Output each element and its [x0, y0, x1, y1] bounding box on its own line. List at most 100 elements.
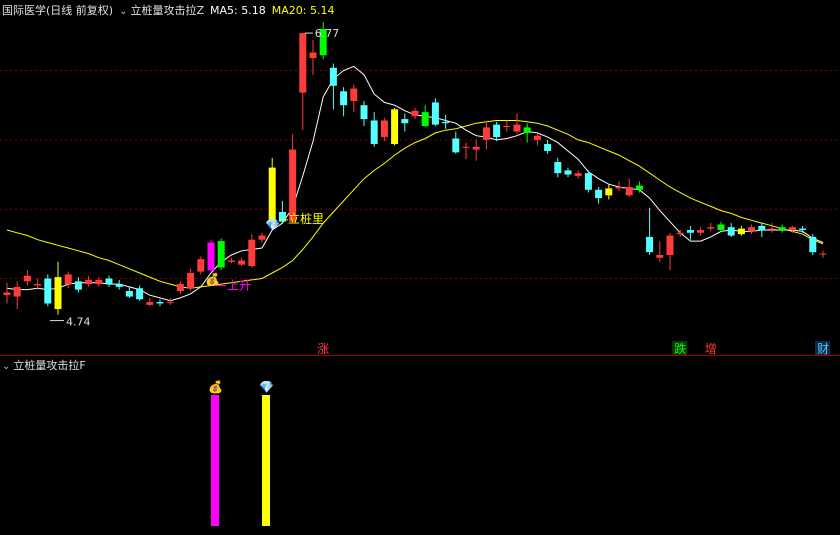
candle-body	[431, 102, 439, 125]
candle-body	[737, 228, 745, 235]
candle[interactable]	[350, 84, 358, 113]
candle[interactable]	[431, 98, 439, 126]
sub-indicator-switch-icon[interactable]: ⌄	[2, 361, 10, 372]
candle[interactable]	[646, 207, 654, 255]
candle[interactable]	[115, 279, 123, 290]
candle[interactable]	[258, 232, 266, 243]
candle[interactable]	[238, 257, 246, 267]
candle[interactable]	[472, 139, 480, 161]
candle[interactable]	[717, 221, 725, 232]
main-indicator-name[interactable]: 立桩量攻击拉Z	[130, 4, 204, 17]
candle-body	[564, 170, 572, 175]
candle[interactable]	[533, 132, 541, 146]
candle-body	[74, 281, 82, 290]
candle[interactable]	[64, 271, 72, 289]
candle[interactable]	[758, 223, 766, 237]
candle[interactable]	[656, 241, 664, 262]
candle[interactable]	[136, 285, 144, 301]
candle[interactable]	[125, 286, 133, 298]
candle[interactable]	[44, 274, 52, 307]
candle[interactable]	[513, 113, 521, 135]
candle[interactable]	[197, 256, 205, 275]
candle[interactable]	[554, 157, 562, 178]
candle[interactable]	[676, 230, 684, 237]
candle[interactable]	[482, 120, 490, 150]
candle[interactable]	[207, 239, 215, 272]
candle[interactable]	[289, 134, 297, 224]
candle[interactable]	[13, 281, 21, 310]
candle[interactable]	[819, 250, 827, 258]
candle[interactable]	[391, 107, 399, 146]
candle[interactable]	[309, 40, 317, 75]
candle[interactable]	[605, 184, 613, 200]
candlestick-chart[interactable]: 6.77 4.74 上升 立桩里 涨 跌 增 财 💰 💎	[0, 0, 840, 356]
candle[interactable]	[452, 131, 460, 154]
candle[interactable]	[421, 105, 429, 128]
candle[interactable]	[493, 121, 501, 142]
candle[interactable]	[227, 257, 235, 264]
indicator-switch-icon[interactable]: ⌄	[119, 6, 127, 17]
candle[interactable]	[666, 232, 674, 271]
candle[interactable]	[686, 225, 694, 240]
candle-body	[758, 225, 766, 230]
candle[interactable]	[380, 117, 388, 142]
candle[interactable]	[707, 223, 715, 232]
candle[interactable]	[176, 281, 184, 294]
candle[interactable]	[166, 297, 174, 305]
candle[interactable]	[340, 87, 348, 117]
candle[interactable]	[217, 238, 225, 271]
candle[interactable]	[799, 225, 807, 233]
event-marker-finance[interactable]: 财	[817, 342, 829, 356]
indicator-panel[interactable]: 💰 💎 ⌄ 立桩量攻击拉F	[0, 357, 840, 531]
price-chart-panel[interactable]: 6.77 4.74 上升 立桩里 涨 跌 增 财 💰 💎 国际医学(日线 前复权)…	[0, 0, 840, 356]
candle[interactable]	[411, 107, 419, 120]
candle[interactable]	[401, 113, 409, 132]
candle[interactable]	[54, 261, 62, 315]
candle[interactable]	[105, 275, 113, 287]
candle[interactable]	[146, 297, 154, 307]
candle[interactable]	[737, 225, 745, 236]
candle-body	[605, 188, 613, 196]
ma20-series	[6, 120, 824, 289]
candle[interactable]	[574, 170, 582, 179]
candle-body	[64, 274, 72, 285]
candle[interactable]	[74, 277, 82, 293]
candle[interactable]	[370, 112, 378, 147]
candle[interactable]	[248, 234, 256, 268]
candle[interactable]	[299, 33, 307, 131]
indicator-chart[interactable]: 💰 💎	[0, 357, 840, 531]
candle[interactable]	[360, 101, 368, 126]
candle[interactable]	[329, 63, 337, 110]
candle[interactable]	[727, 223, 735, 237]
candle[interactable]	[544, 139, 552, 154]
candle[interactable]	[503, 120, 511, 132]
candle[interactable]	[809, 234, 817, 255]
candle[interactable]	[85, 275, 93, 287]
candle[interactable]	[595, 187, 603, 204]
candle[interactable]	[748, 224, 756, 235]
event-marker-increase[interactable]: 增	[705, 342, 717, 356]
candle[interactable]	[156, 299, 164, 307]
candle-body	[136, 288, 144, 300]
candle[interactable]	[635, 181, 643, 193]
event-marker-rise[interactable]: 涨	[317, 341, 329, 356]
candles-series[interactable]	[3, 22, 827, 315]
candle[interactable]	[523, 123, 531, 143]
candle[interactable]	[23, 270, 31, 286]
candle[interactable]	[584, 170, 592, 193]
candle[interactable]	[697, 227, 705, 236]
candle[interactable]	[442, 114, 450, 129]
event-marker-fall[interactable]: 跌	[674, 341, 686, 356]
candle[interactable]	[564, 167, 572, 178]
candle[interactable]	[34, 278, 42, 290]
stock-title[interactable]: 国际医学(日线 前复权)	[2, 4, 113, 17]
candle[interactable]	[3, 282, 11, 304]
candle[interactable]	[462, 142, 470, 160]
candle[interactable]	[187, 268, 195, 292]
candle-body	[666, 235, 674, 255]
candle[interactable]	[778, 224, 786, 233]
candle[interactable]	[768, 223, 776, 233]
sub-indicator-name[interactable]: 立桩量攻击拉F	[13, 359, 85, 372]
candle[interactable]	[625, 178, 633, 197]
candle[interactable]	[268, 157, 276, 226]
